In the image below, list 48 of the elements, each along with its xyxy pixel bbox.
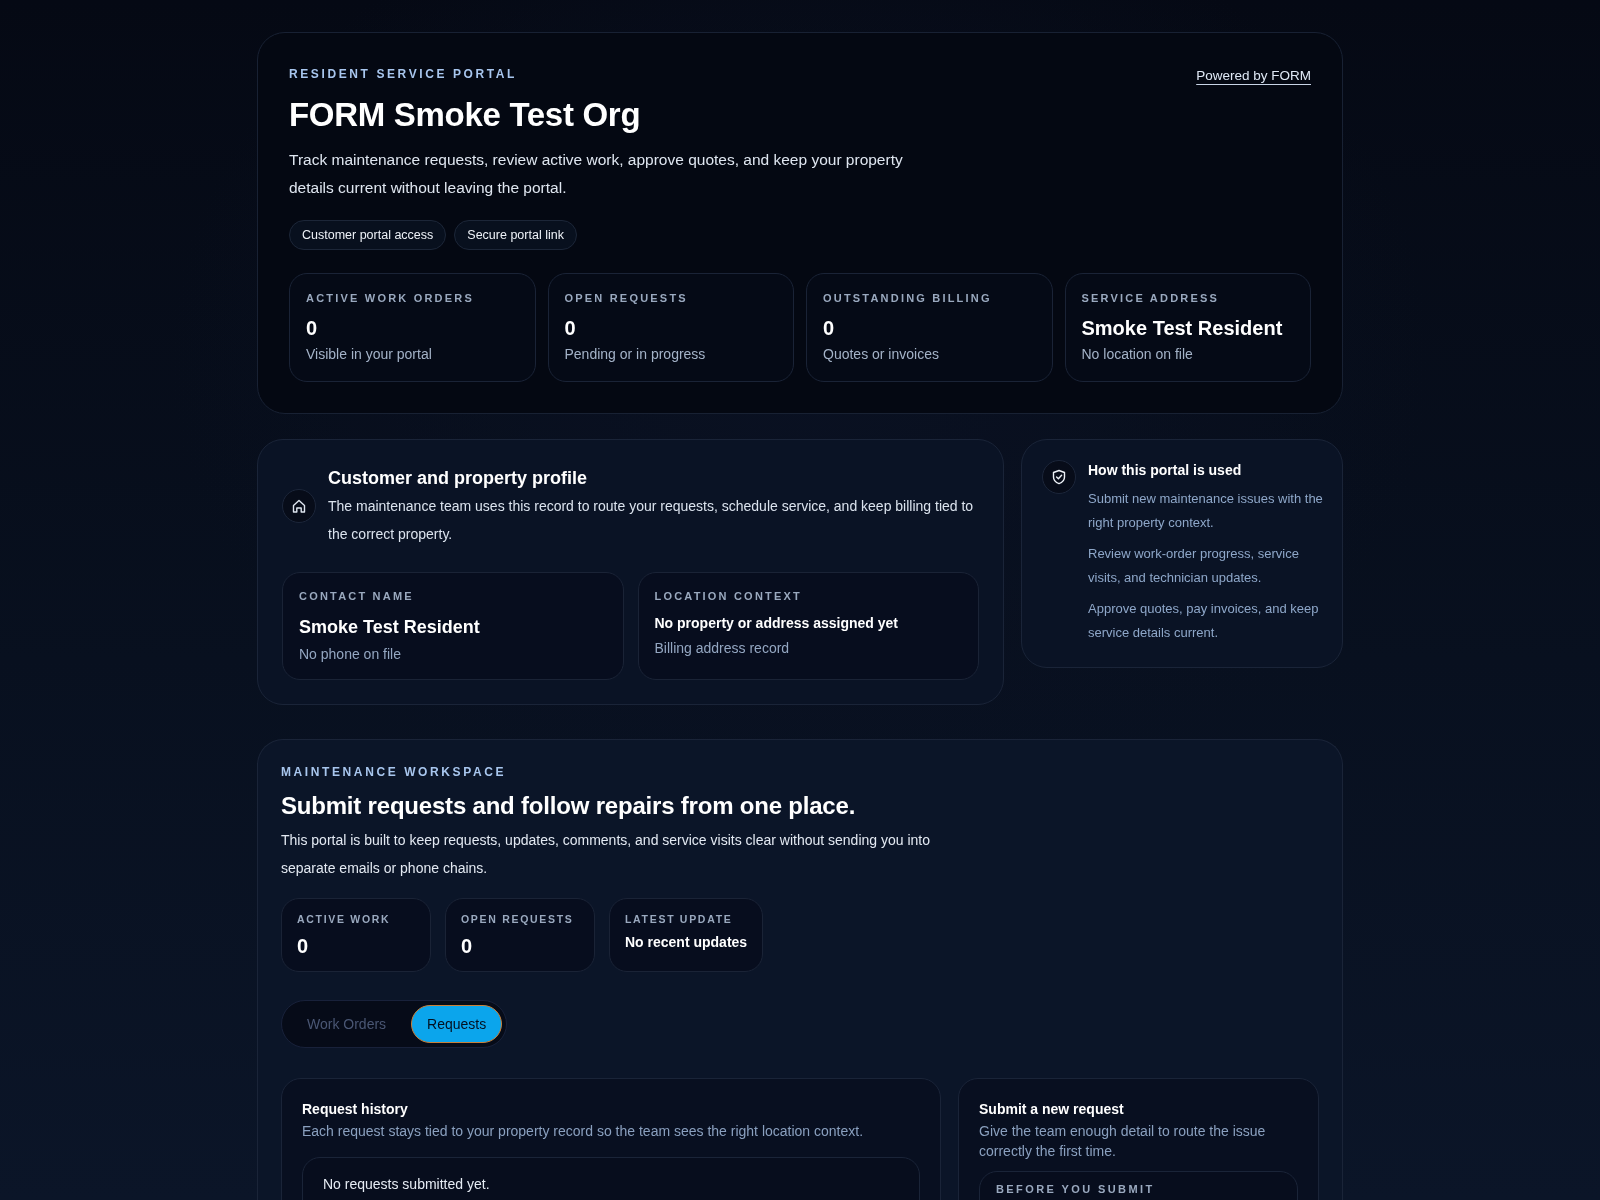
- stat-caption: Visible in your portal: [306, 345, 433, 363]
- profile-description: The maintenance team uses this record to route your requests, schedule service, and keep billing tied to the correct property.: [328, 497, 975, 544]
- portal-description: Track maintenance requests, review active work, approve quotes, and keep your property details current without leaving the portal.: [289, 150, 904, 198]
- field-label: CONTACT NAME: [299, 589, 415, 603]
- stat-caption: Pending or in progress: [564, 345, 707, 363]
- powered-by-link[interactable]: Powered by FORM: [1196, 68, 1311, 83]
- stat-value: 0: [823, 316, 836, 341]
- field-value: Smoke Test Resident: [299, 616, 481, 639]
- field-label: LOCATION CONTEXT: [654, 589, 803, 603]
- org-title: FORM Smoke Test Org: [289, 95, 642, 135]
- portal-tag: Customer portal access: [289, 220, 447, 250]
- stat-label: ACTIVE WORK ORDERS: [306, 291, 475, 305]
- help-title: How this portal is used: [1088, 461, 1243, 480]
- stat-label: OUTSTANDING BILLING: [823, 291, 993, 305]
- history-title: Request history: [302, 1100, 409, 1119]
- stat-caption: Quotes or invoices: [823, 345, 940, 363]
- stat-caption: No location on file: [1081, 345, 1194, 363]
- profile-title: Customer and property profile: [328, 467, 589, 490]
- workspace-description: This portal is built to keep requests, updates, comments, and service visits clear without sending you into separate emails or phone chains.: [281, 831, 931, 878]
- home-icon: [282, 489, 316, 523]
- stat-value: No recent updates: [625, 933, 748, 951]
- help-text: Submit new maintenance issues with the right property context.: [1088, 490, 1324, 532]
- field-caption: No phone on file: [299, 645, 402, 663]
- stat-label: SERVICE ADDRESS: [1081, 291, 1221, 305]
- field-caption: Billing address record: [654, 639, 791, 657]
- submit-description: Give the team enough detail to route the issue correctly the first time.: [979, 1122, 1267, 1161]
- shield-check-icon: [1042, 460, 1076, 494]
- help-text: Review work-order progress, service visits, and technician updates.: [1088, 545, 1300, 587]
- stat-value: 0: [564, 316, 577, 341]
- submit-title: Submit a new request: [979, 1100, 1125, 1119]
- history-description: Each request stays tied to your property record so the team sees the right location context.: [302, 1122, 865, 1141]
- stat-label: ACTIVE WORK: [297, 912, 392, 926]
- stat-label: OPEN REQUESTS: [564, 291, 689, 305]
- stat-value: 0: [461, 934, 474, 958]
- stat-label: OPEN REQUESTS: [461, 912, 575, 926]
- empty-message: No requests submitted yet.: [323, 1175, 491, 1194]
- view-tab[interactable]: Requests: [411, 1005, 503, 1043]
- workspace-eyebrow: MAINTENANCE WORKSPACE: [281, 764, 508, 780]
- stat-label: LATEST UPDATE: [625, 912, 734, 926]
- stat-value: Smoke Test Resident: [1081, 316, 1284, 341]
- stat-value: 0: [306, 316, 319, 341]
- workspace-title: Submit requests and follow repairs from one place.: [281, 791, 857, 821]
- help-text: Approve quotes, pay invoices, and keep service details current.: [1088, 600, 1320, 642]
- portal-eyebrow: RESIDENT SERVICE PORTAL: [289, 66, 519, 82]
- section-label: BEFORE YOU SUBMIT: [996, 1182, 1156, 1196]
- portal-tag: Secure portal link: [454, 220, 577, 250]
- field-value: No property or address assigned yet: [654, 614, 900, 633]
- stat-value: 0: [297, 934, 310, 958]
